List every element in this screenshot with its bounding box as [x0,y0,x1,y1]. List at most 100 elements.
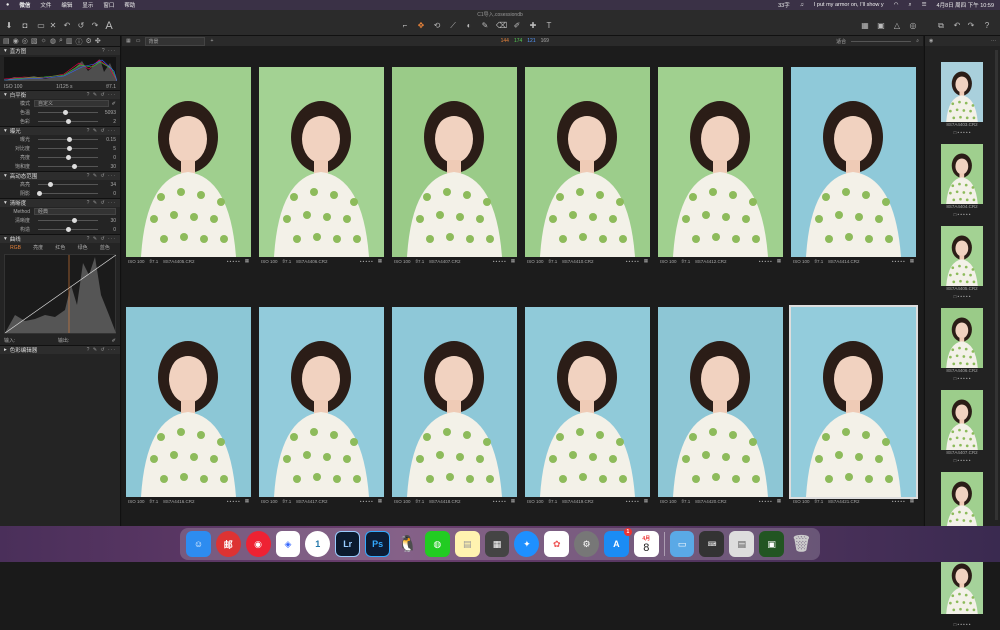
menu-window[interactable]: 窗口 [103,1,114,9]
photo-thumbnail[interactable]: ISO 100 f/7.1 8S7A4406.CR2 • • • • • ▦ [259,67,384,265]
filmstrip-photo[interactable] [941,144,983,204]
photo-frame[interactable] [658,67,783,257]
photo-frame[interactable] [259,307,384,497]
text-icon[interactable]: A [104,21,114,32]
filmstrip-item[interactable]: 8S7A4404.CR2 □ • • • • • [941,144,983,220]
wb-temp-knob[interactable] [63,110,68,115]
slider-knob[interactable] [67,146,73,151]
photo-thumbnail[interactable]: ISO 100 f/7.1 8S7A4410.CR2 • • • • • ▦ [525,67,650,265]
rating-stars[interactable]: • • • • • [759,259,772,264]
exposure-tab-icon[interactable]: ☼ [40,37,46,45]
eyedropper-icon[interactable]: ✐ [112,338,116,344]
clock-text[interactable]: 4月8日 周四 下午 10:59 [937,1,994,9]
wb-temp-value[interactable]: 5093 [102,110,116,116]
help-icon[interactable]: ? [982,21,992,31]
filmstrip-photo[interactable] [941,226,983,286]
batch-tab-icon[interactable]: ✤ [95,37,101,45]
netease-music-icon[interactable]: ◉ [245,531,271,557]
search-icon[interactable]: ⌕ [916,38,919,44]
filmstrip-photo[interactable] [941,308,983,368]
slider-track[interactable] [37,191,98,196]
lens-tab-icon[interactable]: ◎ [22,37,28,45]
color-tag-icon[interactable]: ▦ [644,258,648,264]
camera-icon[interactable]: ◘ [20,21,30,31]
slider-track[interactable] [38,146,98,151]
slider-value[interactable]: 0 [102,227,116,233]
curve-editor[interactable] [4,254,117,334]
color-tag-icon[interactable]: ▦ [910,258,914,264]
slider-knob[interactable] [66,227,71,232]
list-view-icon[interactable]: ▭ [136,38,141,44]
slider-track[interactable] [38,218,98,223]
undo-icon[interactable]: ↶ [62,21,72,31]
eyedropper-icon[interactable]: ✐ [109,101,116,107]
color-tag-icon[interactable]: ▦ [245,498,249,504]
color-tag-icon[interactable]: ▦ [511,498,515,504]
rating-stars[interactable]: • • • • • [626,499,639,504]
white-balance-header[interactable]: ▾ 白平衡 ? ✎ ↺ ··· [0,90,120,99]
details-tab-icon[interactable]: ⌕ [59,37,63,45]
wb-tint-knob[interactable] [66,119,71,124]
capture-tab-icon[interactable]: ◉ [13,37,19,45]
safari-icon[interactable]: ✦ [514,531,540,557]
color-tag-icon[interactable]: ▦ [910,498,914,504]
filmstrip-rating[interactable]: □ • • • • • [941,376,983,384]
calendar-icon[interactable]: 4月 8 [633,531,659,557]
control-center-icon[interactable]: ☰ [922,2,927,8]
rating-stars[interactable]: • • • • • [892,259,905,264]
filmstrip-item[interactable]: 8S7A4403.CR2 □ • • • • • [941,62,983,138]
filmstrip-rating[interactable]: □ • • • • • [941,622,983,630]
color-tag-icon[interactable]: ▦ [777,258,781,264]
filmstrip-photo[interactable] [941,62,983,122]
photo-frame[interactable] [392,307,517,497]
photo-thumbnail[interactable]: ISO 100 f/7.1 8S7A4412.CR2 • • • • • ▦ [658,67,783,265]
filmstrip-rating[interactable]: □ • • • • • [941,212,983,220]
wechat-window-icon[interactable]: ▣ [759,531,785,557]
photo-thumbnail[interactable]: ISO 100 f/7.1 8S7A4419.CR2 • • • • • ▦ [525,307,650,505]
slider-track[interactable] [38,182,98,187]
filmstrip-item[interactable]: □ • • • • • [941,554,983,630]
zoom-fit-label[interactable]: 适合 [836,38,846,45]
color-tag-icon[interactable]: ▦ [378,498,382,504]
sort-select[interactable]: 背景 [145,36,206,46]
metadata-tab-icon[interactable]: ⓘ [76,37,83,46]
lightroom-icon[interactable]: Lr [335,531,361,557]
grid-view-icon[interactable]: ▦ [126,38,131,44]
curve-tab-red[interactable]: 红色 [55,244,65,251]
slider-track[interactable] [38,164,98,169]
grid-icon[interactable]: ▦ [860,21,870,31]
color-tag-icon[interactable]: ▦ [378,258,382,264]
photo-thumbnail[interactable]: ISO 100 f/7.1 8S7A4417.CR2 • • • • • ▦ [259,307,384,505]
filmstrip-item[interactable]: 8S7A4407.CR2 □ • • • • • [941,390,983,466]
slider-knob[interactable] [37,191,43,196]
photo-thumbnail[interactable]: ISO 100 f/7.1 8S7A4421.CR2 • • • • • ▦ [789,305,918,505]
color-editor-header[interactable]: ▸ 色彩编辑器 ? ✎ ↺ ··· [0,345,120,354]
library-tab-icon[interactable]: ▤ [3,37,10,45]
baidu-netdisk-icon[interactable]: ◈ [275,531,301,557]
heal-icon[interactable]: ✚ [528,21,538,31]
rating-stars[interactable]: • • • • • [892,499,905,504]
color-tag-icon[interactable]: ▦ [777,498,781,504]
import-icon[interactable]: ⬇ [4,21,14,31]
rotate-left-icon[interactable]: ↶ [952,21,962,31]
color-tag-icon[interactable]: ▦ [511,258,515,264]
slider-knob[interactable] [72,164,77,169]
photos-icon[interactable]: ✿ [544,531,570,557]
menu-file[interactable]: 文件 [40,1,51,9]
trash-icon[interactable]: 🗑 [789,531,814,557]
menu-icon[interactable]: ··· [991,38,996,44]
wifi-icon[interactable]: ◠ [894,2,899,8]
photo-frame[interactable] [658,307,783,497]
section-tools-icon[interactable]: ? ✎ ↺ ··· [87,347,116,353]
wb-tint-slider[interactable] [38,119,98,124]
filmstrip-photo[interactable] [941,390,983,450]
clarity-method-select[interactable]: 经典 [34,208,116,215]
folder-icon[interactable]: ▭ [36,21,46,31]
slider-value[interactable]: 5 [102,146,116,152]
redo-icon[interactable]: ↷ [90,21,100,31]
filmstrip-rating[interactable]: □ • • • • • [941,458,983,466]
slider-track[interactable] [38,137,98,142]
slider-track[interactable] [38,227,98,232]
photoshop-icon[interactable]: Ps [365,531,391,557]
launchpad-icon[interactable]: ▦ [484,531,510,557]
